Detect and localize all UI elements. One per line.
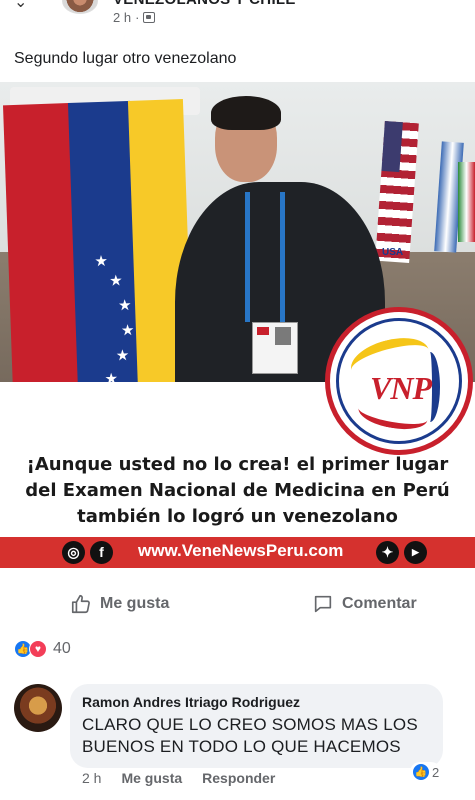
meta-separator: ·	[135, 10, 140, 25]
headline-line-1: ¡Aunque usted no lo crea! el primer luga…	[26, 454, 449, 475]
twitter-icon: ✦	[376, 541, 399, 564]
facebook-icon: f	[90, 541, 113, 564]
comment-icon	[314, 595, 332, 613]
comment-reactions[interactable]: 👍 2	[410, 762, 442, 782]
id-badge	[252, 322, 298, 374]
vnp-logo-text: VNP	[370, 370, 432, 406]
instagram-icon: ◎	[62, 541, 85, 564]
chevron-down-icon[interactable]: ⌄	[14, 0, 27, 12]
comment-button-label: Comentar	[342, 595, 417, 612]
image-footer-band: ◎ f www.VeneNewsPeru.com ✦ ▶	[0, 537, 475, 568]
image-website-url: www.VeneNewsPeru.com	[138, 541, 344, 560]
post-image[interactable]: USA ★ ★ ★ ★ ★ ★ ★ VNP ¡Aunque usted no l…	[0, 82, 475, 568]
commenter-avatar[interactable]	[14, 684, 62, 732]
headline-line-3: también lo logró un venezolano	[77, 506, 398, 527]
green-flag-banner	[458, 162, 475, 242]
venezuela-flag: ★ ★ ★ ★ ★ ★ ★	[2, 99, 198, 405]
comment-text: CLARO QUE LO CREO SOMOS MAS LOS BUENOS E…	[82, 715, 418, 756]
reactions-summary[interactable]: 👍 ♥ 40	[14, 640, 71, 658]
vnp-logo: VNP	[325, 307, 473, 455]
like-button-label: Me gusta	[100, 595, 170, 612]
comment-bubble[interactable]: Ramon Andres Itriago Rodriguez CLARO QUE…	[70, 684, 443, 768]
post-text: Segundo lugar otro venezolano	[14, 50, 237, 67]
group-name[interactable]: VENEZOLANOS Y CHILE	[113, 0, 296, 8]
usa-flag-label: USA	[382, 247, 404, 258]
post-actions-bar: Me gusta Comentar	[0, 585, 475, 623]
comment-button[interactable]: Comentar	[312, 593, 417, 615]
youtube-icon: ▶	[404, 541, 427, 564]
headline-line-2: del Examen Nacional de Medicina en Perú	[25, 480, 450, 501]
comment-like-button[interactable]: Me gusta	[121, 770, 182, 786]
reactions-count: 40	[53, 640, 71, 657]
like-button[interactable]: Me gusta	[70, 593, 169, 615]
love-reaction-icon: ♥	[29, 640, 47, 658]
comment-reply-button[interactable]: Responder	[202, 770, 275, 786]
comment-time[interactable]: 2 h	[82, 770, 101, 786]
post-header: ⌄ VENEZOLANOS Y CHILE 2 h ·	[0, 0, 475, 40]
thumbs-up-icon	[71, 594, 90, 614]
commenter-name[interactable]: Ramon Andres Itriago Rodriguez	[82, 694, 431, 710]
post-meta: 2 h ·	[113, 10, 156, 25]
group-avatar[interactable]	[62, 0, 98, 14]
comment-reaction-count: 2	[432, 764, 440, 780]
post-time[interactable]: 2 h	[113, 10, 131, 25]
group-privacy-icon	[143, 12, 156, 23]
comment-footer: 2 h Me gusta Responder	[82, 770, 275, 786]
like-reaction-icon: 👍	[412, 763, 430, 781]
image-headline: ¡Aunque usted no lo crea! el primer luga…	[0, 452, 475, 530]
